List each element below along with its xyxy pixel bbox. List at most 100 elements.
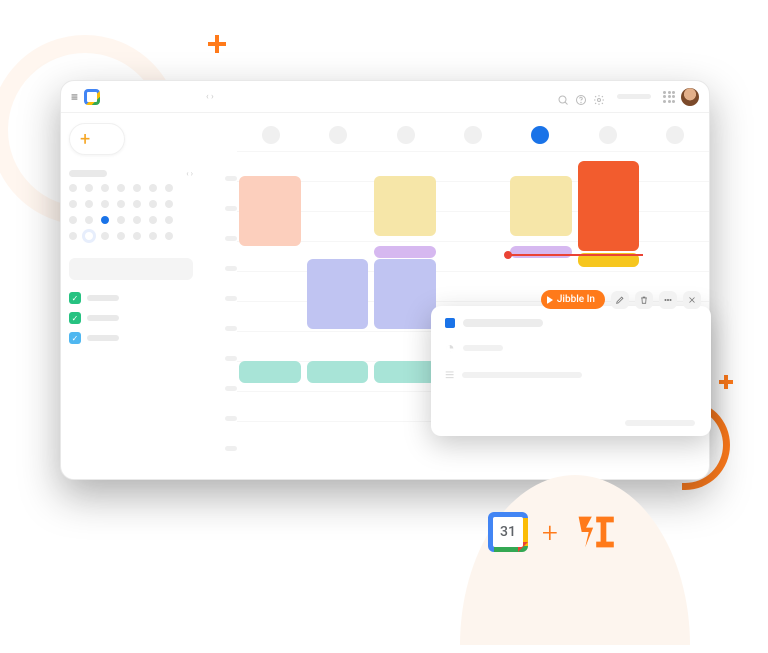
mini-cal-day[interactable] [117, 216, 125, 224]
calendar-event[interactable] [239, 361, 301, 383]
date-nav[interactable]: ‹ › [206, 92, 214, 102]
mini-cal-day[interactable] [69, 184, 77, 192]
event-title [463, 319, 543, 327]
hour-label [201, 391, 237, 421]
mini-cal-day[interactable] [69, 216, 77, 224]
plus-icon: + [542, 516, 558, 549]
mini-cal-day[interactable] [149, 200, 157, 208]
day-header[interactable] [642, 126, 709, 144]
mini-cal-day[interactable] [69, 200, 77, 208]
mini-cal-day[interactable] [85, 184, 93, 192]
topbar: ≡ ‹ › [61, 81, 709, 113]
day-header[interactable] [237, 126, 304, 144]
people-search[interactable] [69, 258, 193, 280]
calendar-event[interactable] [374, 259, 436, 329]
calendar-name [87, 335, 119, 341]
settings-gear-icon[interactable] [593, 91, 605, 103]
calendar-event[interactable] [374, 361, 436, 383]
jibble-in-button[interactable]: Jibble In [541, 290, 605, 309]
mini-cal-day[interactable] [101, 200, 109, 208]
mini-calendar[interactable] [69, 184, 193, 244]
day-header[interactable] [574, 126, 641, 144]
hour-label [201, 301, 237, 331]
jibble-label: Jibble In [557, 294, 595, 305]
calendar-list-item[interactable]: ✓ [69, 332, 193, 344]
mini-cal-day[interactable] [149, 184, 157, 192]
search-icon[interactable] [557, 91, 569, 103]
mini-cal-day[interactable] [165, 184, 173, 192]
mini-cal-day[interactable] [117, 184, 125, 192]
edit-icon[interactable] [611, 291, 629, 309]
mini-cal-day[interactable] [101, 184, 109, 192]
calendar-event[interactable] [510, 246, 572, 258]
calendar-event[interactable] [374, 176, 436, 236]
calendar-list: ✓ ✓ ✓ [69, 292, 193, 344]
calendar-event[interactable] [374, 246, 436, 258]
mini-cal-day[interactable] [133, 200, 141, 208]
help-icon[interactable] [575, 91, 587, 103]
user-avatar[interactable] [681, 88, 699, 106]
mini-cal-day[interactable] [69, 232, 77, 240]
calendar-event[interactable] [239, 176, 301, 246]
calendar-name [87, 315, 119, 321]
month-label [69, 170, 107, 177]
checkbox-icon[interactable]: ✓ [69, 312, 81, 324]
mini-cal-day[interactable] [165, 232, 173, 240]
mini-cal-day[interactable] [133, 184, 141, 192]
google-calendar-logo[interactable] [84, 89, 100, 105]
mini-cal-day[interactable] [149, 216, 157, 224]
calendar-event[interactable] [307, 259, 369, 329]
mini-cal-day[interactable] [101, 232, 109, 240]
popup-toolbar: Jibble In [541, 290, 701, 309]
play-icon [547, 296, 553, 304]
mini-cal-day[interactable] [149, 232, 157, 240]
calendar-list-item[interactable]: ✓ [69, 312, 193, 324]
close-icon[interactable] [683, 291, 701, 309]
mini-cal-nav[interactable]: ‹ › [186, 169, 193, 178]
checkbox-icon[interactable]: ✓ [69, 332, 81, 344]
view-switcher[interactable] [617, 94, 651, 99]
day-number-dot [666, 126, 684, 144]
day-number-dot [397, 126, 415, 144]
calendar-name [87, 295, 119, 301]
mini-cal-day[interactable] [101, 216, 109, 224]
mini-cal-day[interactable] [85, 232, 93, 240]
decorative-plus-icon [208, 35, 226, 53]
day-header[interactable] [304, 126, 371, 144]
hour-label [201, 331, 237, 361]
calendar-event[interactable] [510, 176, 572, 236]
hour-label [201, 361, 237, 391]
sidebar: + ‹ › ✓ ✓ ✓ [61, 113, 201, 479]
day-number-dot [599, 126, 617, 144]
day-header[interactable] [439, 126, 506, 144]
mini-cal-day[interactable] [133, 232, 141, 240]
calendar-event[interactable] [578, 161, 640, 251]
event-title-row [445, 318, 697, 328]
mini-cal-day[interactable] [165, 200, 173, 208]
google-apps-icon[interactable] [663, 91, 675, 103]
calendar-event[interactable] [307, 361, 369, 383]
day-number-dot [464, 126, 482, 144]
mini-cal-day[interactable] [85, 216, 93, 224]
mini-cal-day[interactable] [165, 216, 173, 224]
hour-label [201, 241, 237, 271]
event-meta: ◔ ≡ [445, 338, 697, 385]
mini-cal-day[interactable] [117, 232, 125, 240]
menu-icon[interactable]: ≡ [71, 90, 78, 104]
mini-calendar-header: ‹ › [69, 169, 193, 178]
day-header[interactable] [507, 126, 574, 144]
clock-icon: ◔ [445, 338, 455, 358]
more-icon[interactable] [659, 291, 677, 309]
create-button[interactable]: + [69, 123, 125, 155]
mini-cal-day[interactable] [117, 200, 125, 208]
delete-icon[interactable] [635, 291, 653, 309]
calendar-list-item[interactable]: ✓ [69, 292, 193, 304]
mini-cal-day[interactable] [133, 216, 141, 224]
integration-background [460, 475, 690, 645]
hour-label [201, 271, 237, 301]
day-number-dot [531, 126, 549, 144]
checkbox-icon[interactable]: ✓ [69, 292, 81, 304]
integration-badge: 31 + [488, 510, 616, 554]
day-header[interactable] [372, 126, 439, 144]
mini-cal-day[interactable] [85, 200, 93, 208]
